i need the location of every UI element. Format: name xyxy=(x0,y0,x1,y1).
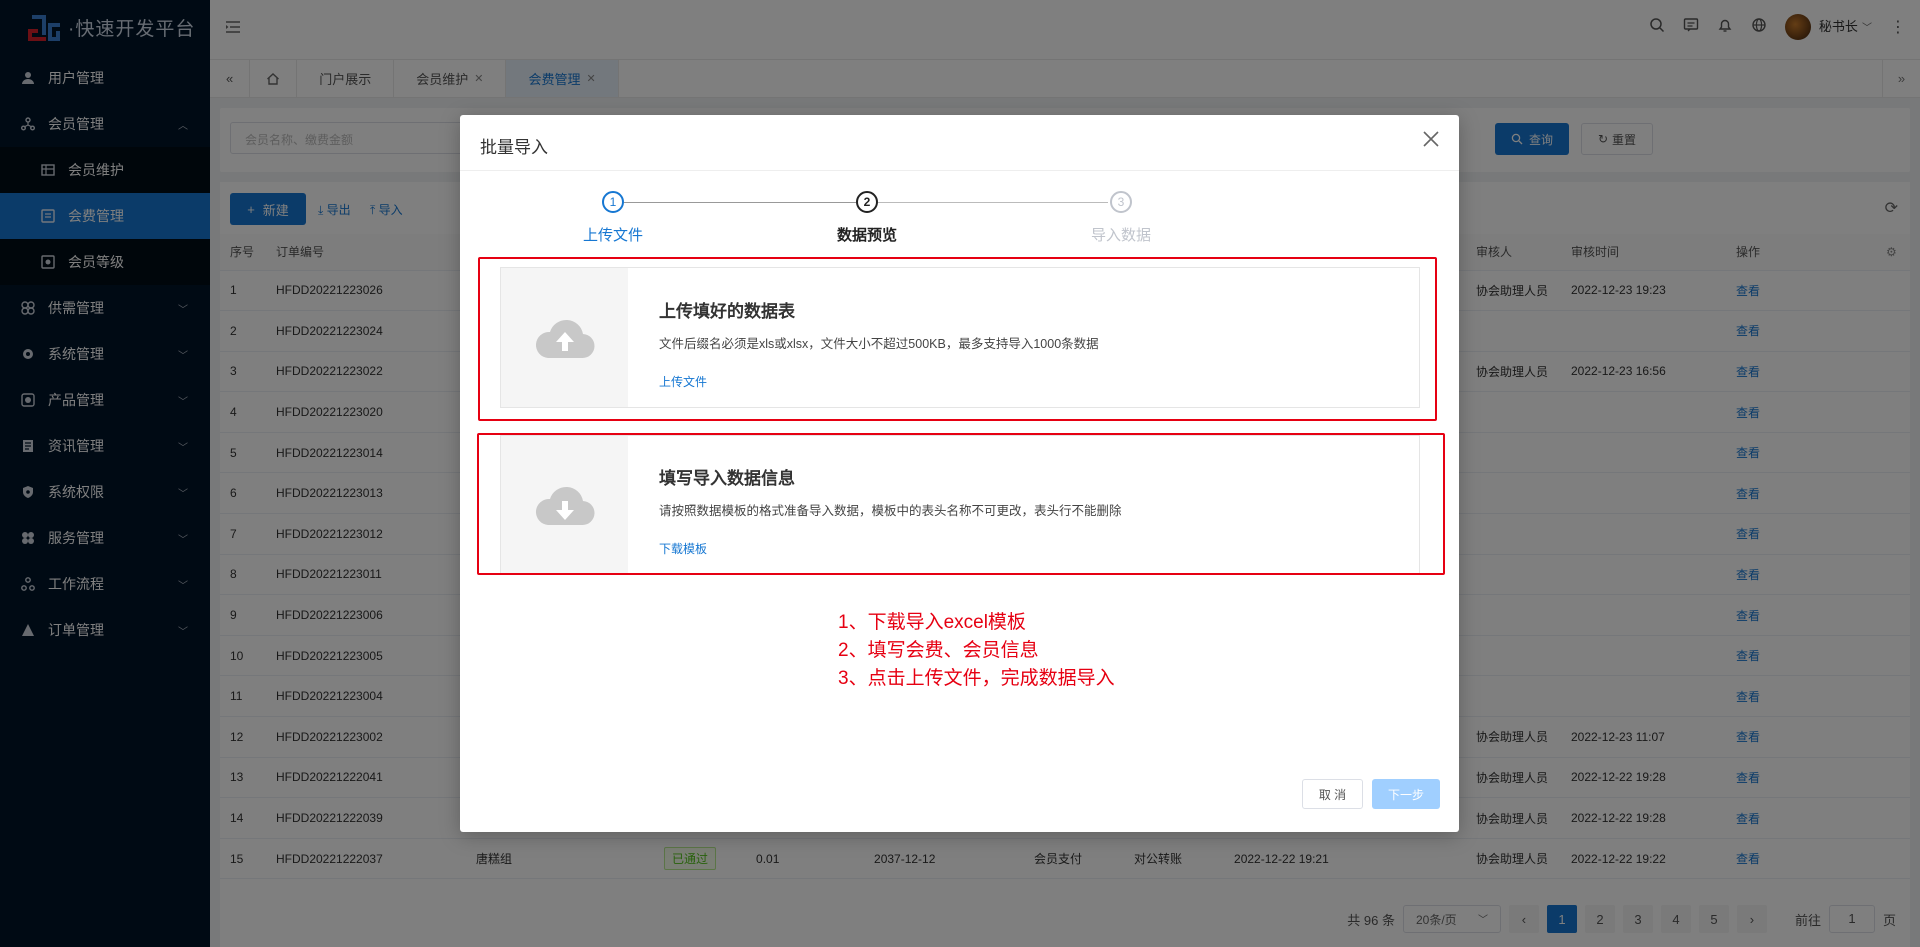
highlight-box-upload xyxy=(478,257,1437,421)
instruction-line: 3、点击上传文件，完成数据导入 xyxy=(838,668,1115,689)
step-connector xyxy=(624,202,856,203)
steps: 1 上传文件 2 数据预览 3 导入数据 xyxy=(460,187,1459,247)
step-1-circle: 1 xyxy=(602,191,624,213)
dialog-header: 批量导入 xyxy=(460,115,1459,171)
instructions: 1、下载导入excel模板 2、填写会费、会员信息 3、点击上传文件，完成数据导… xyxy=(838,609,1115,693)
close-icon[interactable] xyxy=(1419,129,1443,153)
next-step-button[interactable]: 下一步 xyxy=(1372,779,1440,809)
step-connector xyxy=(878,202,1108,203)
cancel-button[interactable]: 取 消 xyxy=(1302,779,1363,809)
instruction-line: 2、填写会费、会员信息 xyxy=(838,640,1039,661)
instruction-line: 1、下载导入excel模板 xyxy=(838,612,1026,633)
step-1-label: 上传文件 xyxy=(582,227,643,244)
step-2-label: 数据预览 xyxy=(836,227,897,244)
step-3-label: 导入数据 xyxy=(1090,227,1151,244)
highlight-box-template xyxy=(477,433,1445,575)
step-3-circle: 3 xyxy=(1110,191,1132,213)
step-2-circle: 2 xyxy=(856,191,878,213)
batch-import-dialog: 批量导入 1 上传文件 2 数据预览 3 导入数据 上传填好的数据表 文件后缀名… xyxy=(460,115,1459,832)
dialog-title: 批量导入 xyxy=(480,138,548,157)
